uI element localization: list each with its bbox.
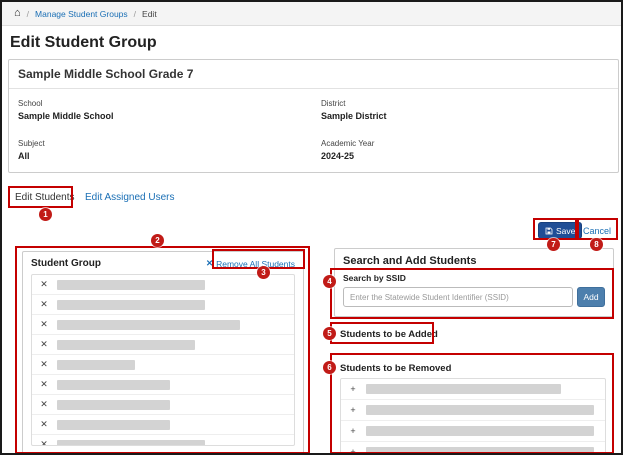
field-value: All (18, 151, 45, 161)
field-label: Academic Year (321, 139, 374, 148)
field-subject: Subject All (18, 139, 45, 161)
annotation-badge-2: 2 (151, 234, 164, 247)
remove-all-students-button[interactable]: ✕ Remove All Students (206, 258, 295, 269)
redacted-student-name (366, 405, 594, 415)
students-to-be-added-title: Students to be Added (340, 329, 438, 340)
redacted-student-name (57, 280, 205, 290)
tab-edit-assigned-users[interactable]: Edit Assigned Users (85, 192, 175, 203)
breadcrumb-separator: / (134, 9, 136, 19)
redacted-student-name (366, 447, 594, 455)
remove-student-icon[interactable]: ✕ (40, 299, 48, 310)
field-value: Sample Middle School (18, 111, 114, 121)
student-row: ✕ (32, 395, 294, 415)
student-row: ✕ (32, 295, 294, 315)
student-row: ✕ (32, 375, 294, 395)
save-button-label: Save (556, 226, 575, 236)
add-button[interactable]: Add (577, 287, 605, 307)
student-row: ✕ (32, 335, 294, 355)
field-value: 2024-25 (321, 151, 374, 161)
add-back-student-icon[interactable]: + (349, 384, 357, 394)
tab-edit-students[interactable]: Edit Students (15, 192, 74, 203)
annotation-badge-6: 6 (323, 361, 336, 374)
field-district: District Sample District (321, 99, 387, 121)
remove-student-icon[interactable]: ✕ (40, 399, 48, 410)
search-and-add-title: Search and Add Students (335, 249, 613, 271)
search-by-ssid-label: Search by SSID (343, 273, 605, 283)
student-group-list: ✕✕✕✕✕✕✕✕✕✕ (31, 274, 295, 446)
student-row: + (341, 421, 605, 442)
field-label: District (321, 99, 387, 108)
remove-student-icon[interactable]: ✕ (40, 339, 48, 350)
field-label: Subject (18, 139, 45, 148)
field-value: Sample District (321, 111, 387, 121)
add-back-student-icon[interactable]: + (349, 447, 357, 455)
student-row: ✕ (32, 415, 294, 435)
edit-student-group-screen: ⌂ / Manage Student Groups / Edit Edit St… (0, 0, 623, 455)
student-row: + (341, 442, 605, 455)
student-row: ✕ (32, 315, 294, 335)
student-group-card: Sample Middle School Grade 7 School Samp… (8, 59, 619, 173)
field-school: School Sample Middle School (18, 99, 114, 121)
students-to-be-removed-list: + + + + (340, 378, 606, 455)
student-row: ✕ (32, 435, 294, 446)
redacted-student-name (57, 400, 170, 410)
student-row: + (341, 400, 605, 421)
redacted-student-name (57, 300, 205, 310)
redacted-student-name (57, 380, 170, 390)
save-button[interactable]: Save (538, 222, 582, 239)
breadcrumb-edit: Edit (142, 9, 157, 19)
redacted-student-name (57, 360, 135, 370)
redacted-student-name (57, 440, 205, 447)
remove-all-x-icon: ✕ (206, 258, 213, 269)
annotation-badge-1: 1 (39, 208, 52, 221)
student-group-panel-header: Student Group ✕ Remove All Students (23, 252, 303, 274)
remove-student-icon[interactable]: ✕ (40, 419, 48, 430)
field-academic-year: Academic Year 2024-25 (321, 139, 374, 161)
redacted-student-name (57, 320, 240, 330)
redacted-student-name (366, 426, 594, 436)
breadcrumb-separator: / (27, 9, 29, 19)
student-row: ✕ (32, 275, 294, 295)
save-icon (545, 227, 553, 235)
search-by-ssid-section: Search by SSID Add (335, 271, 613, 316)
students-to-be-removed-title: Students to be Removed (340, 363, 451, 374)
remove-student-icon[interactable]: ✕ (40, 359, 48, 370)
remove-all-students-label: Remove All Students (216, 259, 295, 269)
student-group-panel: Student Group ✕ Remove All Students ✕✕✕✕… (22, 251, 304, 455)
group-details: School Sample Middle School District Sam… (9, 89, 618, 175)
home-icon[interactable]: ⌂ (14, 8, 21, 19)
breadcrumb-manage-student-groups[interactable]: Manage Student Groups (35, 9, 128, 19)
cancel-button[interactable]: Cancel (583, 226, 611, 236)
redacted-student-name (366, 384, 561, 394)
breadcrumb: ⌂ / Manage Student Groups / Edit (2, 2, 621, 26)
remove-student-icon[interactable]: ✕ (40, 319, 48, 330)
remove-student-icon[interactable]: ✕ (40, 439, 48, 446)
field-label: School (18, 99, 114, 108)
add-back-student-icon[interactable]: + (349, 426, 357, 436)
remove-student-icon[interactable]: ✕ (40, 379, 48, 390)
search-and-add-panel: Search and Add Students Search by SSID A… (334, 248, 614, 317)
redacted-student-name (57, 420, 170, 430)
page-title: Edit Student Group (10, 34, 157, 52)
student-row: ✕ (32, 355, 294, 375)
ssid-search-input[interactable] (343, 287, 573, 307)
group-name: Sample Middle School Grade 7 (9, 60, 618, 89)
annotation-badge-5: 5 (323, 327, 336, 340)
add-back-student-icon[interactable]: + (349, 405, 357, 415)
remove-student-icon[interactable]: ✕ (40, 279, 48, 290)
student-group-panel-title: Student Group (31, 258, 101, 269)
redacted-student-name (57, 340, 195, 350)
student-row: + (341, 379, 605, 400)
